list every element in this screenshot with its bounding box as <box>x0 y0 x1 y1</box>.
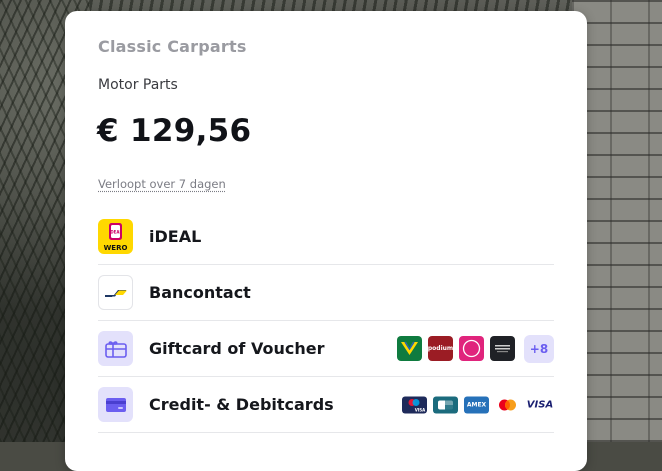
ideal-wero-logo: iDEAL WERO <box>98 219 133 254</box>
wero-logo-text: WERO <box>104 244 128 252</box>
maestro-visa-text: VISA <box>415 407 426 412</box>
fashioncheque-logo <box>459 336 484 361</box>
method-giftcard[interactable]: Giftcard of Voucher podium +8 <box>98 321 554 377</box>
method-label-creditcard: Credit- & Debitcards <box>149 395 334 414</box>
podium-giftcard-logo: podium <box>428 336 453 361</box>
maestro-visa-logo: VISA <box>402 396 427 413</box>
payment-amount: € 129,56 <box>97 113 252 149</box>
amex-logo-text: AMEX <box>466 401 487 408</box>
card-brand-list: VISA AMEX VISA <box>402 396 554 413</box>
cartes-bancaires-logo <box>433 396 458 413</box>
amex-logo: AMEX <box>464 396 489 413</box>
credit-card-icon <box>98 387 133 422</box>
expiry-notice[interactable]: Verloopt over 7 dagen <box>98 177 226 191</box>
podium-logo-text: podium <box>428 345 453 352</box>
nationale-bioscoopbon-logo <box>490 336 515 361</box>
more-giftcards-badge[interactable]: +8 <box>524 334 554 363</box>
visa-logo: VISA <box>526 396 554 413</box>
bancontact-logo <box>98 275 133 310</box>
merchant-name: Classic Carparts <box>98 37 247 56</box>
giftcard-brand-list: podium +8 <box>397 334 554 363</box>
vvv-giftcard-logo <box>397 336 422 361</box>
ideal-logo-text: iDEAL <box>109 230 123 235</box>
method-label-bancontact: Bancontact <box>149 283 251 302</box>
method-label-giftcard: Giftcard of Voucher <box>149 339 325 358</box>
giftcard-icon <box>98 331 133 366</box>
method-bancontact[interactable]: Bancontact <box>98 265 554 321</box>
payment-methods-list: iDEAL WERO iDEAL Bancontact Giftcard of … <box>98 209 554 433</box>
mastercard-logo <box>495 396 520 413</box>
method-label-ideal: iDEAL <box>149 227 202 246</box>
visa-logo-text: VISA <box>526 399 554 410</box>
method-creditcard[interactable]: Credit- & Debitcards VISA AMEX VISA <box>98 377 554 433</box>
method-ideal[interactable]: iDEAL WERO iDEAL <box>98 209 554 265</box>
payment-description: Motor Parts <box>98 77 178 93</box>
checkout-card: Classic Carparts Motor Parts € 129,56 Ve… <box>65 11 587 471</box>
